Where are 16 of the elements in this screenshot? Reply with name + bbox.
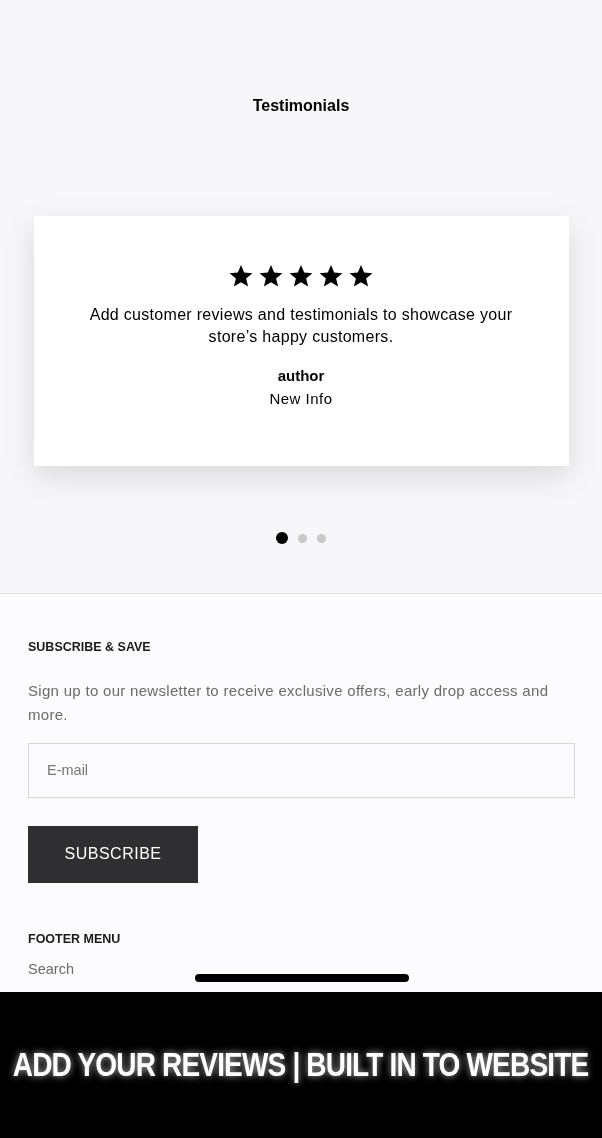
newsletter-heading: SUBSCRIBE & SAVE	[28, 639, 152, 656]
author-info: New Info	[269, 388, 333, 409]
footer-menu-heading: FOOTER MENU	[28, 930, 122, 948]
subscribe-button[interactable]: SUBSCRIBE	[28, 825, 198, 883]
testimonial-quote: Add customer reviews and testimonials to showcase your store’s happy customers.	[88, 305, 514, 347]
testimonial-author: author	[277, 366, 325, 386]
email-field[interactable]: E-mail	[28, 742, 575, 798]
star-icon	[259, 264, 283, 288]
newsletter-text: Sign up to our newsletter to receive exclusive offers, early drop access and more.	[28, 680, 550, 725]
star-icon	[319, 264, 343, 288]
footer-link[interactable]: Search	[28, 958, 574, 981]
star-icon	[349, 264, 373, 288]
caption-text: ADD YOUR REVIEWS | BUILT IN TO WEBSITE	[13, 1045, 589, 1086]
section-title: Testimonials	[252, 96, 350, 116]
star-icon	[229, 264, 253, 288]
star-icon	[289, 264, 313, 288]
